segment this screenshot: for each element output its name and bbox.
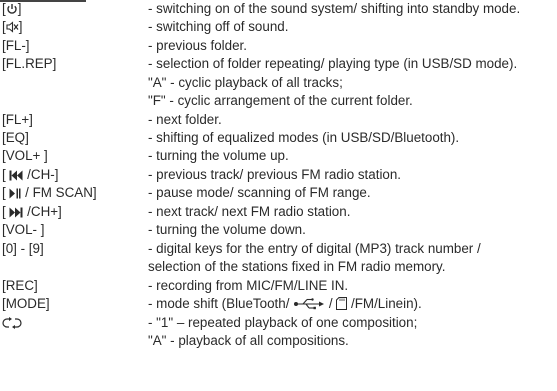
desc-digit-keys-cont: selection of the stations fixed in FM ra… — [148, 259, 446, 274]
key-previous-track: [ /CH-] — [2, 167, 59, 182]
desc-record: - recording from MIC/FM/LINE IN. — [148, 278, 349, 293]
desc-mode: - mode shift (BlueTooth/ / /FM/Linein). — [148, 296, 422, 311]
desc-eq: - shifting of equalized modes (in USB/SD… — [148, 130, 460, 145]
key-mute: [] — [2, 19, 23, 34]
row-folder-repeat: [FL.REP] - selection of folder repeating… — [0, 55, 557, 73]
row-folder-repeat-f: "F" - cyclic arrangement of the current … — [0, 92, 557, 110]
skip-previous-icon — [9, 170, 23, 181]
key-next-track: [ /CH+] — [2, 204, 62, 219]
sd-card-icon — [336, 297, 348, 310]
play-pause-icon — [9, 188, 21, 199]
row-folder-prev: [FL-] - previous folder. — [0, 37, 557, 55]
row-mute: [] - switching off of sound. — [0, 18, 557, 36]
row-record: [REC] - recording from MIC/FM/LINE IN. — [0, 277, 557, 295]
desc-volume-down: - turning the volume down. — [148, 222, 306, 237]
key-folder-prev: [FL-] — [2, 38, 30, 53]
desc-folder-next: - next folder. — [148, 112, 222, 127]
key-record: [REC] — [2, 278, 38, 293]
desc-folder-prev: - previous folder. — [148, 38, 247, 53]
row-digit-keys: [0] - [9] - digital keys for the entry o… — [0, 240, 557, 258]
key-eq: [EQ] — [2, 130, 29, 145]
row-folder-next: [FL+] - next folder. — [0, 111, 557, 129]
desc-digit-keys: - digital keys for the entry of digital … — [148, 241, 481, 256]
row-next-track: [ /CH+] - next track/ next FM radio stat… — [0, 203, 557, 221]
row-volume-down: [VOL- ] - turning the volume down. — [0, 221, 557, 239]
desc-folder-repeat-a: "A" - cyclic playback of all tracks; — [148, 75, 343, 90]
row-power: [] - switching on of the sound system/ s… — [0, 0, 557, 18]
desc-folder-repeat: - selection of folder repeating/ playing… — [148, 56, 518, 71]
mute-icon — [6, 21, 19, 33]
desc-volume-up: - turning the volume up. — [148, 148, 289, 163]
power-icon — [7, 4, 17, 14]
key-volume-down: [VOL- ] — [2, 222, 45, 237]
row-mode: [MODE] - mode shift (BlueTooth/ / /FM/Li… — [0, 295, 557, 313]
key-digit-keys: [0] - [9] — [2, 241, 44, 256]
desc-pause-scan: - pause mode/ scanning of FM range. — [148, 185, 371, 200]
row-volume-up: [VOL+ ] - turning the volume up. — [0, 147, 557, 165]
desc-repeat-all: "A" - playback of all compositions. — [148, 333, 349, 348]
key-folder-repeat: [FL.REP] — [2, 56, 57, 71]
desc-folder-repeat-f: "F" - cyclic arrangement of the current … — [148, 93, 413, 108]
row-eq: [EQ] - shifting of equalized modes (in U… — [0, 129, 557, 147]
row-repeat-all: "A" - playback of all compositions. — [0, 332, 557, 350]
desc-next-track: - next track/ next FM radio station. — [148, 204, 351, 219]
key-mode: [MODE] — [2, 296, 50, 311]
key-repeat — [2, 314, 22, 332]
key-pause-scan: [ / FM SCAN] — [2, 185, 97, 200]
desc-previous-track: - previous track/ previous FM radio stat… — [148, 167, 402, 182]
skip-next-icon — [9, 207, 23, 218]
remote-control-key-list: [] - switching on of the sound system/ s… — [0, 0, 557, 391]
key-volume-up: [VOL+ ] — [2, 148, 48, 163]
row-digit-keys-cont: selection of the stations fixed in FM ra… — [0, 258, 557, 276]
key-folder-next: [FL+] — [2, 112, 33, 127]
key-power: [] — [2, 1, 22, 16]
desc-mute: - switching off of sound. — [148, 19, 289, 34]
repeat-icon — [2, 317, 22, 329]
usb-icon — [294, 298, 325, 310]
row-previous-track: [ /CH-] - previous track/ previous FM ra… — [0, 166, 557, 184]
desc-power: - switching on of the sound system/ shif… — [148, 1, 521, 16]
desc-repeat: - "1" – repeated playback of one composi… — [148, 315, 418, 330]
row-repeat: - "1" – repeated playback of one composi… — [0, 314, 557, 332]
row-folder-repeat-a: "A" - cyclic playback of all tracks; — [0, 74, 557, 92]
row-pause-scan: [ / FM SCAN] - pause mode/ scanning of F… — [0, 184, 557, 202]
